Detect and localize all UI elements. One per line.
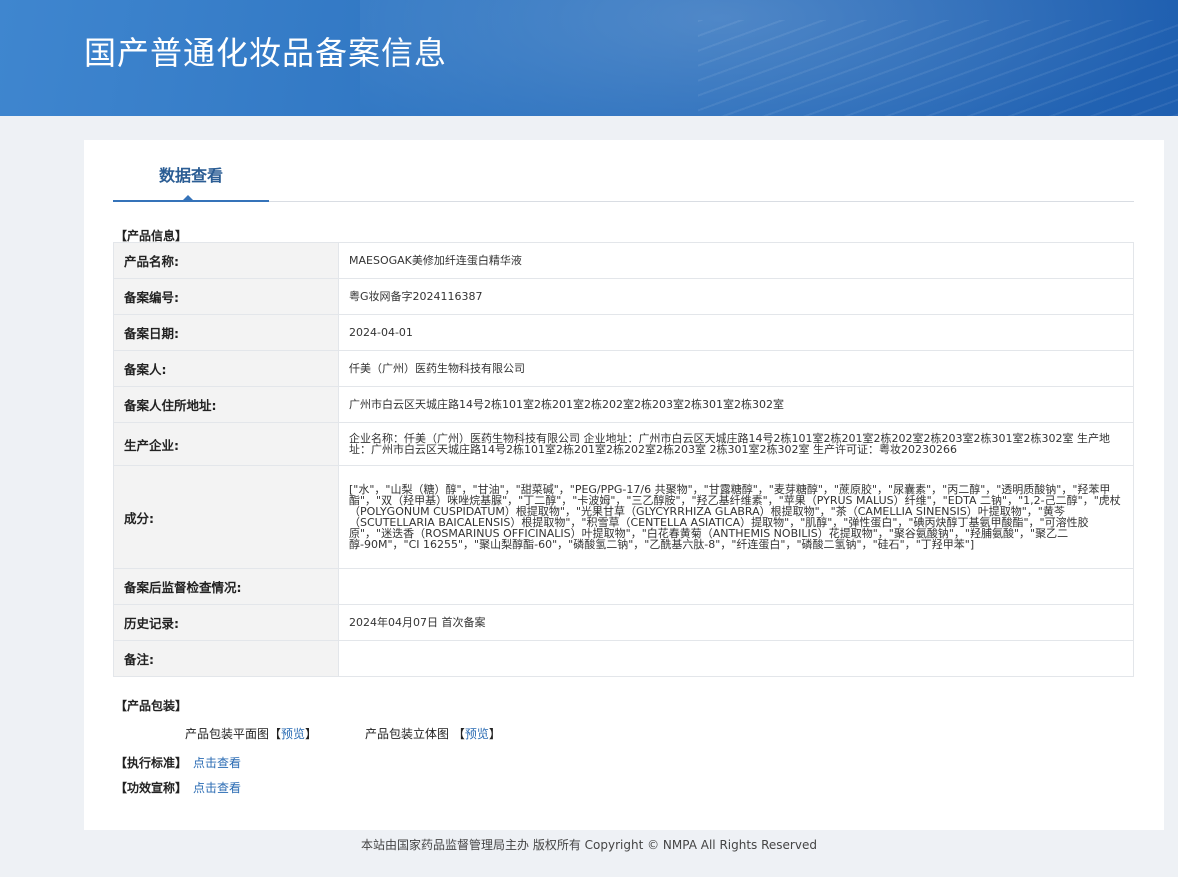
- packaging-stereo-row: 产品包装立体图 【预览】: [365, 725, 501, 742]
- bracket-close: 】: [488, 727, 501, 741]
- table-row: 备案人住所地址: 广州市白云区天城庄路14号2栋101室2栋201室2栋202室…: [113, 386, 1134, 423]
- row-label: 备案日期:: [113, 314, 339, 351]
- header-banner: 国产普通化妆品备案信息: [0, 0, 1178, 116]
- footer-copyright: 本站由国家药品监督管理局主办 版权所有 Copyright © NMPA All…: [361, 838, 817, 852]
- row-label: 产品名称:: [113, 242, 339, 279]
- packaging-flat-preview-link[interactable]: 预览: [281, 727, 305, 741]
- table-row: 生产企业: 企业名称：仟美（广州）医药生物科技有限公司 企业地址：广州市白云区天…: [113, 422, 1134, 466]
- row-label: 备案人:: [113, 350, 339, 387]
- packaging-flat-row: 产品包装平面图【预览】: [185, 725, 317, 742]
- table-row: 备案编号: 粤G妆网备字2024116387: [113, 278, 1134, 315]
- row-value: 广州市白云区天城庄路14号2栋101室2栋201室2栋202室2栋203室2栋3…: [338, 386, 1134, 423]
- packaging-stereo-preview-link[interactable]: 预览: [465, 727, 489, 741]
- page-title: 国产普通化妆品备案信息: [84, 34, 448, 72]
- efficacy-row: 【功效宣称】 点击查看: [115, 779, 241, 796]
- tab-bar: 数据查看: [113, 140, 1134, 202]
- table-row: 成分: ["水"，"山梨（糖）醇"，"甘油"，"甜菜碱"，"PEG/PPG-17…: [113, 465, 1134, 569]
- standard-row: 【执行标准】 点击查看: [115, 754, 241, 771]
- standard-view-link[interactable]: 点击查看: [193, 756, 241, 770]
- standard-label: 【执行标准】: [115, 756, 188, 770]
- row-value: 2024年04月07日 首次备案: [338, 604, 1134, 641]
- row-value: ["水"，"山梨（糖）醇"，"甘油"，"甜菜碱"，"PEG/PPG-17/6 共…: [338, 465, 1134, 569]
- tab-data-view[interactable]: 数据查看: [113, 140, 269, 202]
- packaging-stereo-label: 产品包装立体图: [365, 727, 450, 741]
- bracket-close: 】: [305, 727, 318, 741]
- table-row: 备案人: 仟美（广州）医药生物科技有限公司: [113, 350, 1134, 387]
- bracket-open: 【: [269, 727, 282, 741]
- tab-active-caret-icon: [182, 195, 194, 201]
- packaging-flat-label: 产品包装平面图: [185, 727, 270, 741]
- table-row: 备注:: [113, 640, 1134, 677]
- row-value: [338, 640, 1134, 677]
- row-label: 备案编号:: [113, 278, 339, 315]
- packaging-heading: 【产品包装】: [115, 699, 188, 713]
- table-row: 备案日期: 2024-04-01: [113, 314, 1134, 351]
- row-label: 备注:: [113, 640, 339, 677]
- bracket-open: 【: [452, 727, 465, 741]
- row-label: 备案人住所地址:: [113, 386, 339, 423]
- row-value: 粤G妆网备字2024116387: [338, 278, 1134, 315]
- row-value: MAESOGAK美修加纤连蛋白精华液: [338, 242, 1134, 279]
- row-value: 2024-04-01: [338, 314, 1134, 351]
- row-label: 历史记录:: [113, 604, 339, 641]
- table-row: 备案后监督检查情况:: [113, 568, 1134, 605]
- efficacy-view-link[interactable]: 点击查看: [193, 781, 241, 795]
- efficacy-label: 【功效宣称】: [115, 781, 188, 795]
- table-row: 历史记录: 2024年04月07日 首次备案: [113, 604, 1134, 641]
- row-label: 成分:: [113, 465, 339, 569]
- row-label: 备案后监督检查情况:: [113, 568, 339, 605]
- main-panel: 数据查看 【产品信息】 产品名称: MAESOGAK美修加纤连蛋白精华液 备案编…: [84, 140, 1164, 830]
- row-value: [338, 568, 1134, 605]
- row-value: 企业名称：仟美（广州）医药生物科技有限公司 企业地址：广州市白云区天城庄路14号…: [338, 422, 1134, 466]
- row-value: 仟美（广州）医药生物科技有限公司: [338, 350, 1134, 387]
- row-label: 生产企业:: [113, 422, 339, 466]
- product-info-table: 产品名称: MAESOGAK美修加纤连蛋白精华液 备案编号: 粤G妆网备字202…: [113, 242, 1134, 677]
- tab-data-view-label: 数据查看: [158, 166, 223, 185]
- table-row: 产品名称: MAESOGAK美修加纤连蛋白精华液: [113, 242, 1134, 279]
